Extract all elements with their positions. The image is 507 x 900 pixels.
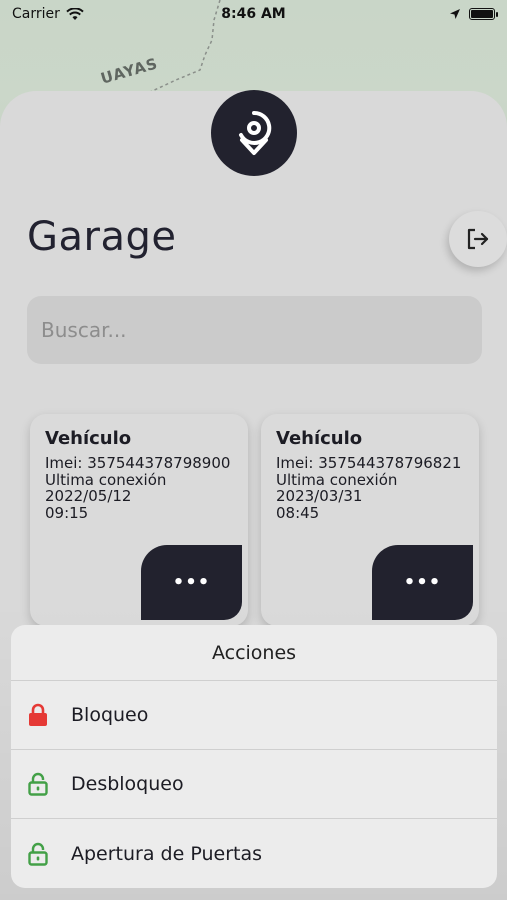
lock-open-icon [27, 771, 49, 797]
search-input[interactable] [27, 296, 482, 364]
vehicle-title: Vehículo [45, 428, 132, 449]
action-label: Desbloqueo [71, 773, 184, 795]
wifi-icon [66, 7, 84, 20]
location-pin-logo-icon [239, 110, 272, 155]
vehicle-imei: Imei: 357544378796821 [276, 454, 462, 472]
action-desbloqueo[interactable]: Desbloqueo [11, 750, 497, 819]
actions-sheet: Acciones Bloqueo Desbloqueo Apertura de … [11, 625, 497, 888]
app-logo [211, 90, 297, 176]
logout-icon [467, 228, 489, 250]
battery-icon [469, 8, 498, 20]
status-bar: Carrier 8:46 AM [0, 0, 507, 28]
vehicle-title: Vehículo [276, 428, 363, 449]
last-connection-time: 08:45 [276, 504, 320, 522]
action-bloqueo[interactable]: Bloqueo [11, 681, 497, 750]
action-label: Apertura de Puertas [71, 842, 262, 865]
last-connection-date: 2022/05/12 [45, 487, 132, 505]
action-apertura-puertas[interactable]: Apertura de Puertas [11, 819, 497, 888]
vehicle-card[interactable]: Vehículo Imei: 357544378798900 Ultima co… [30, 414, 248, 626]
carrier-label: Carrier [12, 6, 60, 22]
vehicle-imei: Imei: 357544378798900 [45, 454, 231, 472]
location-arrow-icon [450, 9, 460, 19]
lock-closed-icon [27, 702, 49, 728]
logout-button[interactable] [449, 211, 507, 267]
lock-open-icon [27, 841, 49, 867]
actions-title: Acciones [11, 625, 497, 681]
vehicle-card[interactable]: Vehículo Imei: 357544378796821 Ultima co… [261, 414, 479, 626]
last-connection-date: 2023/03/31 [276, 487, 363, 505]
page-title: Garage [27, 214, 177, 260]
action-label: Bloqueo [71, 704, 149, 726]
last-connection-time: 09:15 [45, 504, 89, 522]
